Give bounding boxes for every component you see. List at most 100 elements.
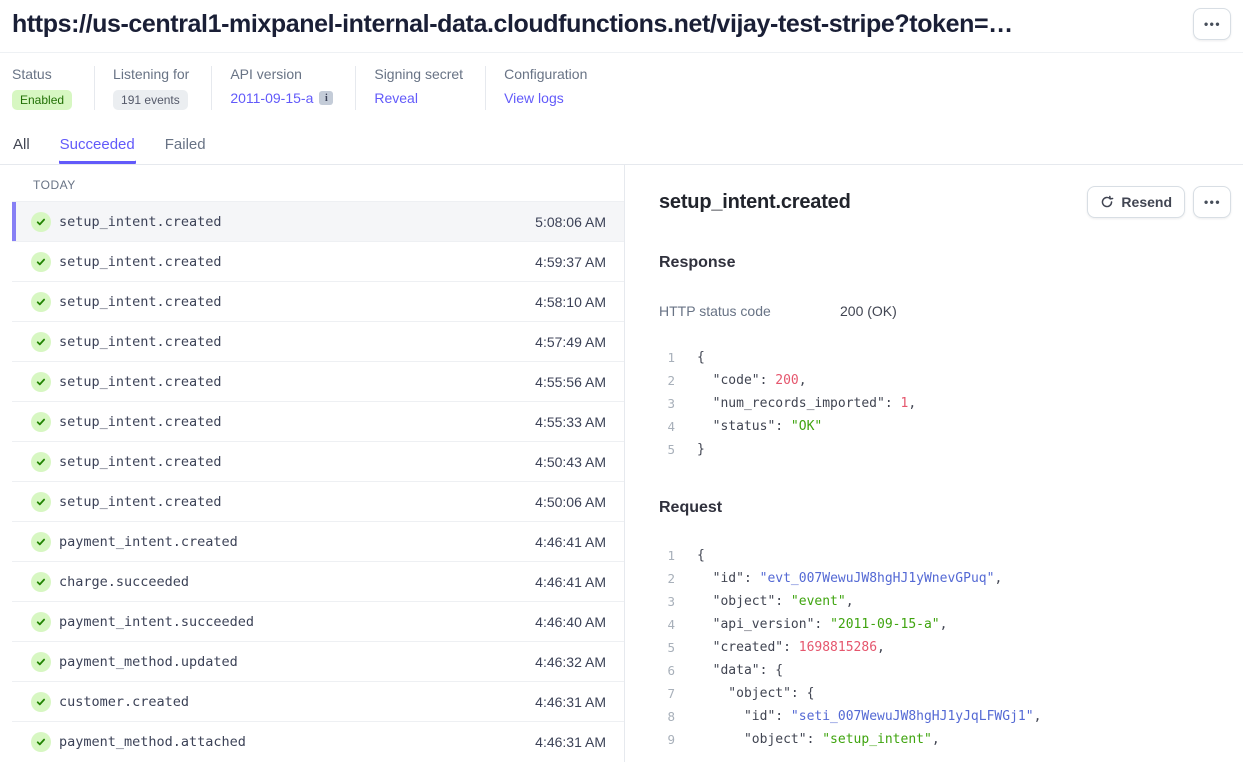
status-badge: Enabled	[12, 90, 72, 110]
meta-value: 191 events	[113, 90, 189, 110]
line-number: 6	[659, 659, 675, 682]
event-name: payment_intent.succeeded	[59, 614, 254, 630]
detail-actions: Resend •••	[1087, 186, 1231, 218]
success-check-icon	[31, 732, 51, 752]
line-number: 1	[659, 544, 675, 567]
meta-item: Listening for191 events	[94, 66, 211, 110]
event-row[interactable]: payment_method.updated4:46:32 AM	[12, 641, 624, 681]
event-time: 4:58:10 AM	[535, 294, 606, 310]
meta-link-configuration[interactable]: View logs	[504, 90, 564, 106]
event-row[interactable]: setup_intent.created 4:55:33 AM	[12, 401, 624, 441]
code-line: 4 "api_version": "2011-09-15-a",	[659, 613, 1231, 636]
event-name: setup_intent.created	[59, 214, 222, 230]
meta-label: API version	[230, 66, 333, 82]
code-text: "data": {	[697, 659, 783, 682]
event-row[interactable]: payment_method.attached4:46:31 AM	[12, 721, 624, 761]
endpoint-url: https://us-central1-mixpanel-internal-da…	[12, 8, 1013, 39]
success-check-icon	[31, 412, 51, 432]
event-time: 4:55:33 AM	[535, 414, 606, 430]
http-status-value: 200 (OK)	[840, 303, 897, 319]
request-section-heading: Request	[659, 499, 1231, 517]
ellipsis-icon: •••	[1203, 18, 1221, 30]
tab-all[interactable]: All	[12, 132, 31, 164]
code-text: "status": "OK"	[697, 415, 822, 438]
code-text: }	[697, 438, 705, 461]
meta-item: Configuration View logs	[485, 66, 609, 110]
tab-succeeded[interactable]: Succeeded	[59, 132, 136, 164]
event-name: customer.created	[59, 694, 189, 710]
event-row[interactable]: customer.created4:46:31 AM	[12, 681, 624, 721]
event-time: 4:59:37 AM	[535, 254, 606, 270]
event-name: setup_intent.created	[59, 454, 222, 470]
event-row[interactable]: setup_intent.created4:57:49 AM	[12, 321, 624, 361]
line-number: 5	[659, 636, 675, 659]
event-detail-pane: setup_intent.created Resend •••	[625, 165, 1243, 762]
event-name: setup_intent.created	[59, 494, 222, 510]
line-number: 3	[659, 392, 675, 415]
header-overflow-button[interactable]: •••	[1193, 8, 1231, 40]
code-text: {	[697, 544, 705, 567]
event-row[interactable]: setup_intent.created4:59:37 AM	[12, 241, 624, 281]
tab-failed[interactable]: Failed	[164, 132, 207, 164]
event-time: 4:50:06 AM	[535, 494, 606, 510]
resend-button[interactable]: Resend	[1087, 186, 1185, 218]
refresh-icon	[1100, 195, 1114, 209]
success-check-icon	[31, 692, 51, 712]
status-badge: 191 events	[113, 90, 188, 110]
code-text: "id": "evt_007WewuJW8hgHJ1yWnevGPuq",	[697, 567, 1002, 590]
success-check-icon	[31, 372, 51, 392]
code-line: 2 "code": 200,	[659, 369, 1231, 392]
code-line: 4 "status": "OK"	[659, 415, 1231, 438]
code-text: "api_version": "2011-09-15-a",	[697, 613, 947, 636]
meta-link-signing-secret[interactable]: Reveal	[374, 90, 418, 106]
http-status-label: HTTP status code	[659, 303, 840, 319]
event-row[interactable]: setup_intent.created 4:50:06 AM	[12, 481, 624, 521]
code-line: 9 "object": "setup_intent",	[659, 728, 1231, 751]
code-line: 2 "id": "evt_007WewuJW8hgHJ1yWnevGPuq",	[659, 567, 1231, 590]
meta-value: 2011-09-15-a i	[230, 90, 333, 106]
line-number: 3	[659, 590, 675, 613]
event-time: 4:55:56 AM	[535, 374, 606, 390]
event-row[interactable]: payment_intent.succeeded4:46:40 AM	[12, 601, 624, 641]
success-check-icon	[31, 252, 51, 272]
event-row[interactable]: payment_intent.created4:46:41 AM	[12, 521, 624, 561]
code-line: 7 "object": {	[659, 682, 1231, 705]
event-row[interactable]: setup_intent.created4:50:43 AM	[12, 441, 624, 481]
event-name: setup_intent.created	[59, 414, 222, 430]
selected-indicator	[12, 202, 16, 241]
meta-link-api-version[interactable]: 2011-09-15-a	[230, 90, 313, 106]
event-row[interactable]: charge.succeeded4:46:41 AM	[12, 561, 624, 601]
line-number: 7	[659, 682, 675, 705]
success-check-icon	[31, 212, 51, 232]
line-number: 4	[659, 415, 675, 438]
response-section-heading: Response	[659, 254, 1231, 272]
meta-label: Status	[12, 66, 72, 82]
code-text: "created": 1698815286,	[697, 636, 885, 659]
code-line: 8 "id": "seti_007WewuJW8hgHJ1yJqLFWGj1",	[659, 705, 1231, 728]
code-line: 3 "object": "event",	[659, 590, 1231, 613]
event-list: setup_intent.created5:08:06 AMsetup_inte…	[12, 201, 624, 761]
detail-overflow-button[interactable]: •••	[1193, 186, 1231, 218]
meta-item: API version 2011-09-15-a i	[211, 66, 355, 110]
resend-label: Resend	[1121, 194, 1172, 210]
info-icon[interactable]: i	[319, 91, 333, 105]
event-time: 5:08:06 AM	[535, 214, 606, 230]
response-json-code: 1{2 "code": 200,3 "num_records_imported"…	[659, 346, 1231, 461]
event-row[interactable]: setup_intent.created 5:08:06 AM	[12, 201, 624, 241]
event-name: payment_method.updated	[59, 654, 238, 670]
request-json-code: 1{2 "id": "evt_007WewuJW8hgHJ1yWnevGPuq"…	[659, 544, 1231, 751]
meta-label: Configuration	[504, 66, 587, 82]
line-number: 9	[659, 728, 675, 751]
content-split: TODAY setup_intent.created5:08:06 AMsetu…	[0, 165, 1243, 762]
event-name: payment_method.attached	[59, 734, 246, 750]
event-row[interactable]: setup_intent.created4:55:56 AM	[12, 361, 624, 401]
success-check-icon	[31, 612, 51, 632]
event-row[interactable]: setup_intent.created4:58:10 AM	[12, 281, 624, 321]
code-line: 1{	[659, 346, 1231, 369]
http-status-row: HTTP status code 200 (OK)	[659, 303, 1231, 319]
success-check-icon	[31, 652, 51, 672]
code-line: 6 "data": {	[659, 659, 1231, 682]
event-name: charge.succeeded	[59, 574, 189, 590]
code-line: 1{	[659, 544, 1231, 567]
endpoint-meta: StatusEnabledListening for191 eventsAPI …	[0, 54, 1243, 110]
